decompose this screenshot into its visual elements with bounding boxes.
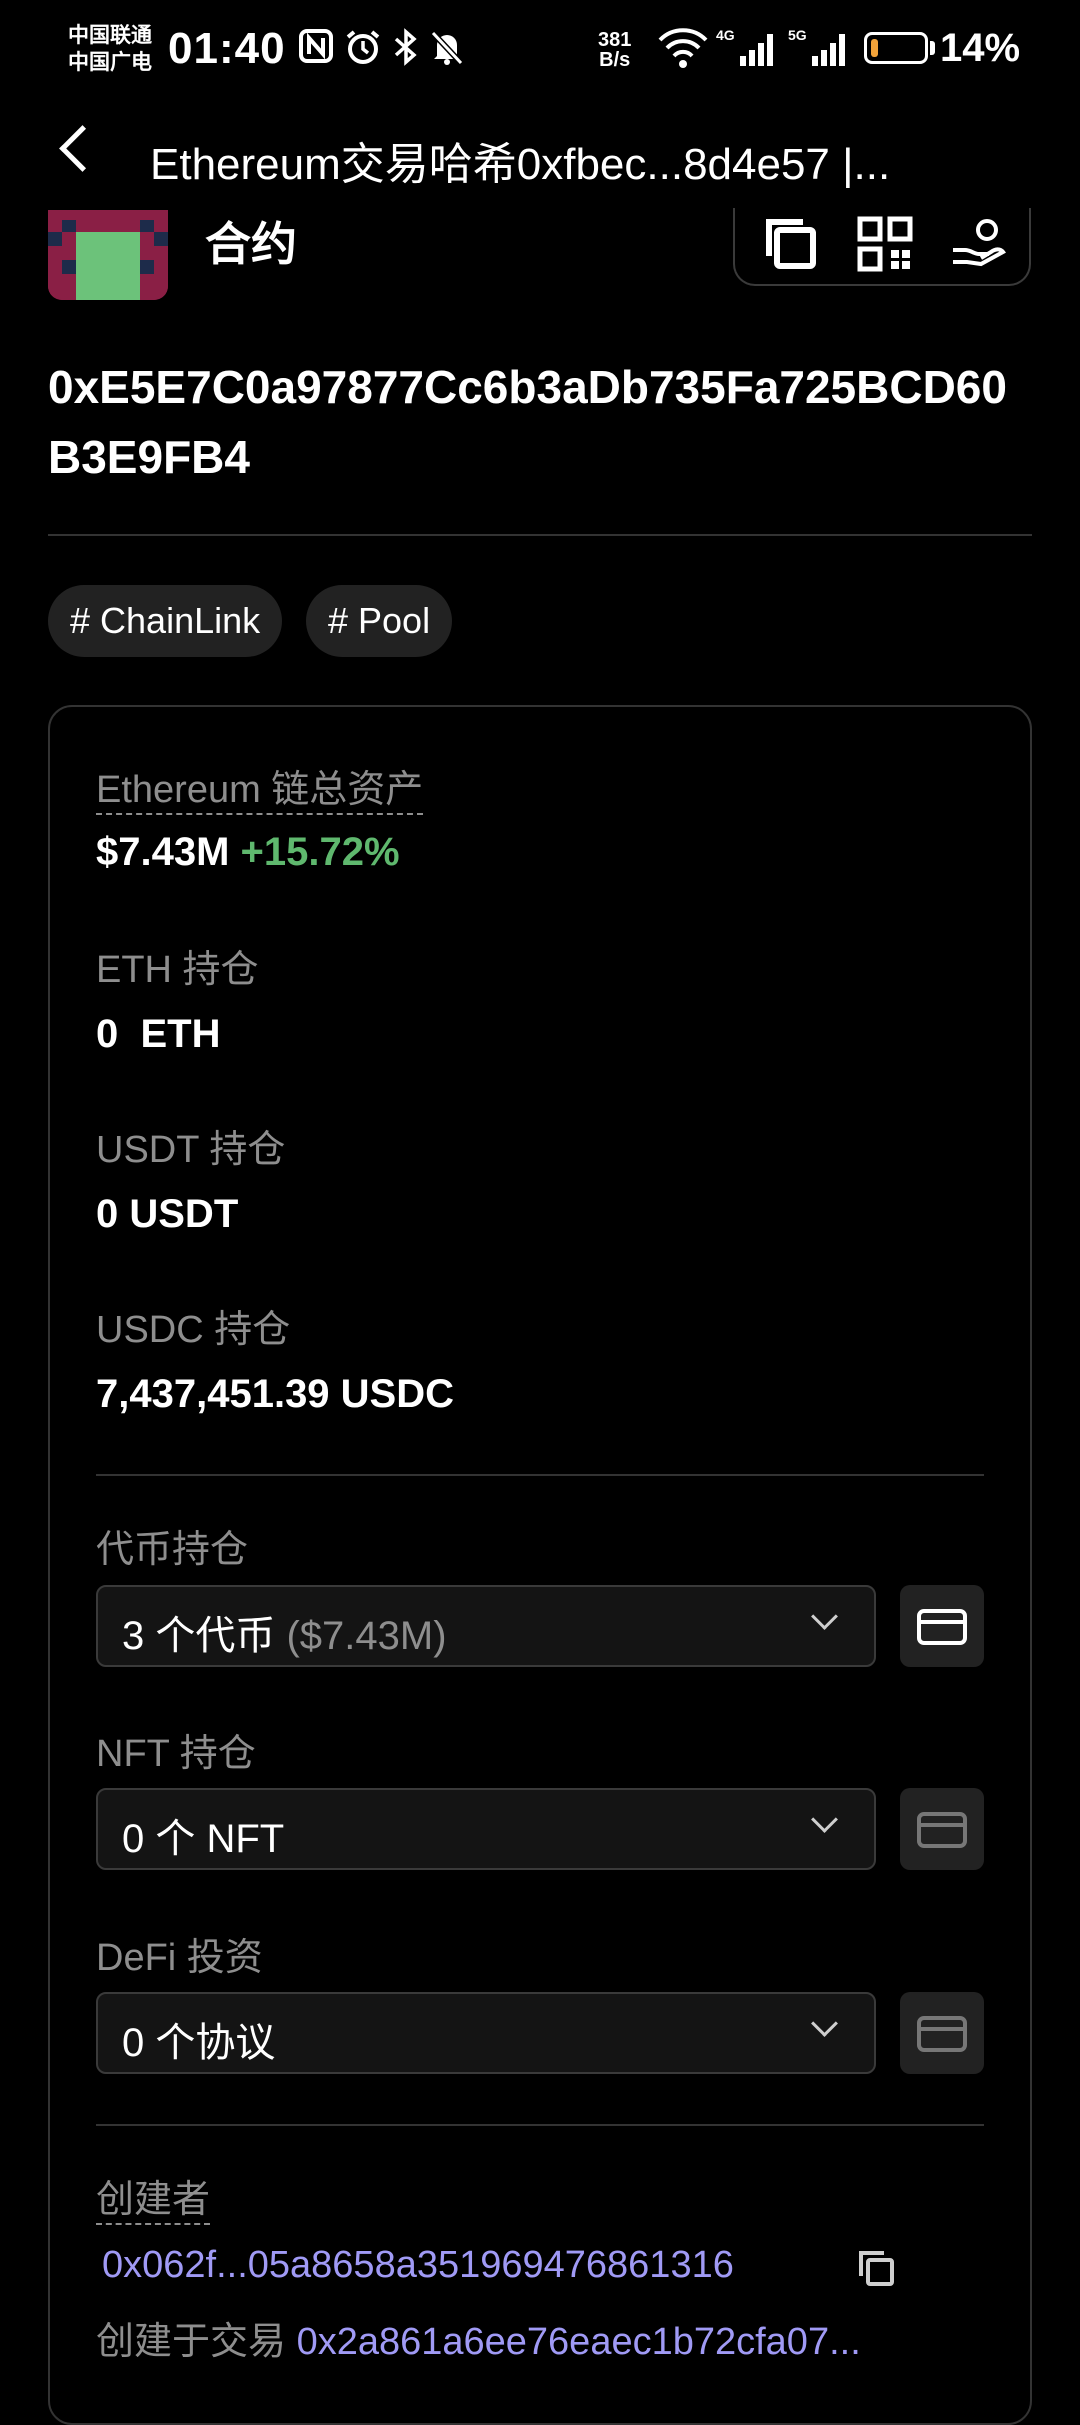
nft-card-button[interactable] — [900, 1788, 984, 1870]
token-holdings-dropdown[interactable]: 3 个代币 ($7.43M) — [96, 1585, 876, 1667]
status-bar: 中国联通 中国广电 01:40 381 B/s 4G 5G 14% — [0, 0, 1080, 108]
tag-pool[interactable]: # Pool — [306, 585, 453, 657]
nfc-icon — [298, 28, 334, 72]
page-title: Ethereum交易哈希0xfbec...8d4e57 |... — [150, 140, 891, 189]
total-assets-label[interactable]: Ethereum 链总资产 — [96, 758, 424, 815]
battery-tip — [930, 41, 935, 55]
svg-text:4G: 4G — [716, 27, 735, 43]
nft-holdings-dropdown[interactable]: 0 个 NFT — [96, 1788, 876, 1870]
alarm-icon — [344, 28, 382, 74]
net-speed-value: 381 — [598, 29, 632, 51]
total-assets-change: +15.72% — [240, 830, 400, 874]
bluetooth-icon — [392, 28, 420, 74]
token-holdings-label: 代币持仓 — [96, 1529, 249, 1571]
battery-percent: 14% — [940, 26, 1021, 70]
carrier-info: 中国联通 中国广电 — [68, 22, 152, 76]
svg-text:5G: 5G — [788, 27, 807, 43]
creator-label-text: 创建者 — [96, 2179, 211, 2225]
card-icon — [917, 1812, 967, 1848]
defi-dropdown[interactable]: 0 个协议 — [96, 1992, 876, 2074]
card-icon — [917, 1609, 967, 1645]
token-count: 3 个代币 — [122, 1614, 276, 1658]
signal-5g-icon: 5G — [788, 26, 852, 78]
contract-type-label: 合约 — [205, 218, 297, 270]
defi-value: 0 个协议 — [122, 2021, 276, 2065]
total-assets-value-row: $7.43M +15.72% — [96, 830, 400, 875]
creation-tx-link[interactable]: 0x2a861a6ee76eaec1b72cfa07... — [297, 2321, 861, 2363]
eth-holding-value: 0 ETH — [96, 1012, 221, 1056]
token-total-value: ($7.43M) — [286, 1614, 447, 1658]
hand-coin-icon[interactable] — [949, 214, 1007, 277]
battery-level-fill — [871, 39, 878, 57]
creator-label[interactable]: 创建者 — [96, 2168, 211, 2225]
carrier-2: 中国广电 — [68, 51, 152, 74]
usdc-holding-label: USDC 持仓 — [96, 1309, 291, 1351]
chevron-down-icon — [811, 1806, 838, 1833]
chevron-down-icon — [811, 1603, 838, 1630]
divider — [48, 534, 1032, 536]
mute-bell-icon — [428, 28, 466, 74]
token-card-button[interactable] — [900, 1585, 984, 1667]
wifi-icon — [656, 26, 710, 78]
signal-4g-icon: 4G — [716, 26, 780, 78]
net-speed-unit: B/s — [599, 49, 631, 71]
token-holdings-value: 3 个代币 ($7.43M) — [122, 1603, 447, 1661]
usdt-holding-value: 0 USDT — [96, 1192, 239, 1236]
contract-actions — [733, 208, 1031, 286]
usdc-holding-value: 7,437,451.39 USDC — [96, 1372, 455, 1416]
contract-avatar — [48, 210, 168, 300]
nft-holdings-label: NFT 持仓 — [96, 1733, 256, 1775]
carrier-1: 中国联通 — [68, 24, 152, 47]
usdt-holding-label: USDT 持仓 — [96, 1129, 286, 1171]
back-arrow-icon[interactable] — [59, 125, 106, 172]
divider — [96, 1474, 984, 1476]
network-speed: 381 B/s — [598, 30, 631, 70]
chevron-down-icon — [811, 2010, 838, 2037]
created-in-tx-label: 创建于交易 — [96, 2321, 287, 2363]
creator-address-link[interactable]: 0x062f...05a8658a351969476861316 — [102, 2244, 734, 2287]
battery-icon — [864, 32, 928, 64]
copy-icon[interactable] — [763, 216, 819, 277]
created-in-tx-row: 创建于交易 0x2a861a6ee76eaec1b72cfa07... — [96, 2310, 996, 2365]
copy-icon[interactable] — [856, 2248, 896, 2293]
card-icon — [917, 2016, 967, 2052]
total-assets-value: $7.43M — [96, 830, 230, 874]
defi-card-button[interactable] — [900, 1992, 984, 2074]
nft-holdings-value: 0 个 NFT — [122, 1817, 285, 1861]
divider — [96, 2124, 984, 2126]
qr-code-icon[interactable] — [857, 216, 913, 277]
tag-chainlink[interactable]: # ChainLink — [48, 585, 283, 657]
total-assets-label-text: Ethereum 链总资产 — [96, 769, 424, 815]
eth-holding-label: ETH 持仓 — [96, 949, 259, 991]
clock: 01:40 — [168, 24, 286, 73]
defi-label: DeFi 投资 — [96, 1937, 263, 1979]
contract-address[interactable]: 0xE5E7C0a97877Cc6b3aDb735Fa725BCD60B3E9F… — [48, 352, 1038, 492]
